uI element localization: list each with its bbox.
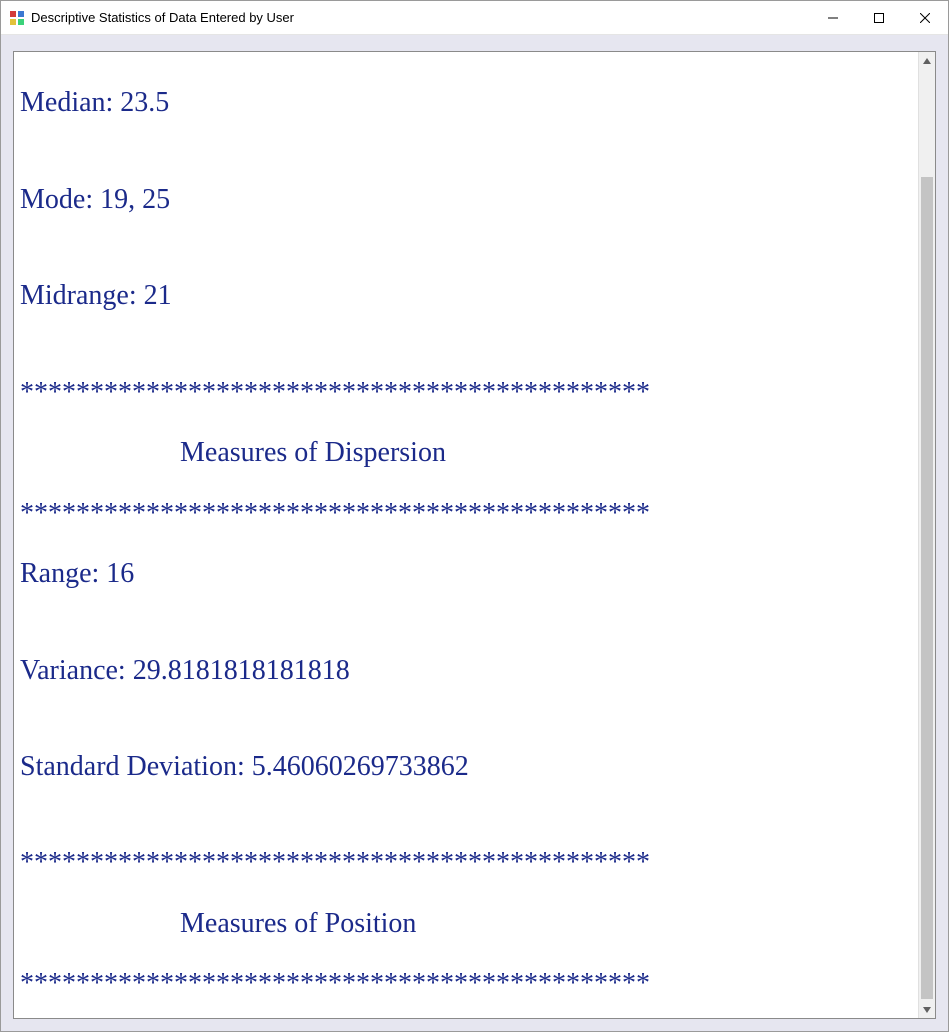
minimize-button[interactable] [810,1,856,34]
window-controls [810,1,948,34]
window-title: Descriptive Statistics of Data Entered b… [31,10,810,25]
close-button[interactable] [902,1,948,34]
stat-variance: Variance: 29.8181818181818 [20,656,912,686]
stat-mode: Mode: 19, 25 [20,185,912,215]
stat-median: Median: 23.5 [20,88,912,118]
output-panel: Median: 23.5 Mode: 19, 25 Midrange: 21 *… [13,51,936,1019]
scroll-down-arrow-icon[interactable] [919,1001,935,1018]
heading-dispersion: Measures of Dispersion [20,438,912,468]
output-text: Median: 23.5 Mode: 19, 25 Midrange: 21 *… [14,52,918,1018]
section-divider: ****************************************… [20,499,912,529]
stat-stddev: Standard Deviation: 5.46060269733862 [20,752,912,782]
app-window: Descriptive Statistics of Data Entered b… [0,0,949,1032]
maximize-button[interactable] [856,1,902,34]
heading-position: Measures of Position [20,909,912,939]
app-icon [9,10,25,26]
client-area: Median: 23.5 Mode: 19, 25 Midrange: 21 *… [1,35,948,1031]
stat-midrange: Midrange: 21 [20,281,912,311]
section-divider: ****************************************… [20,969,912,999]
scroll-up-arrow-icon[interactable] [919,52,935,69]
section-divider: ****************************************… [20,848,912,878]
scroll-thumb[interactable] [921,177,933,999]
section-divider: ****************************************… [20,378,912,408]
vertical-scrollbar[interactable] [918,52,935,1018]
title-bar[interactable]: Descriptive Statistics of Data Entered b… [1,1,948,35]
stat-range: Range: 16 [20,559,912,589]
